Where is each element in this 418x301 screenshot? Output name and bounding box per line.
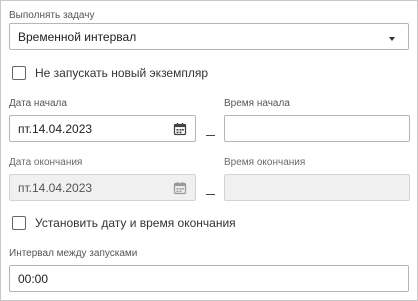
range-separator xyxy=(206,135,215,136)
start-date-label: Дата начала xyxy=(9,98,67,109)
start-time-label: Время начала xyxy=(224,98,290,109)
no-new-instance-label[interactable]: Не запускать новый экземпляр xyxy=(35,66,208,80)
task-schedule-panel: Выполнять задачу Временной интервал Не з… xyxy=(0,0,418,301)
range-separator xyxy=(206,194,215,195)
end-time-input xyxy=(224,174,410,201)
end-date-label: Дата окончания xyxy=(9,157,83,168)
end-time-label: Время окончания xyxy=(224,157,306,168)
end-date-value: пт.14.04.2023 xyxy=(18,180,93,195)
start-time-input[interactable] xyxy=(224,115,410,142)
task-type-value: Временной интервал xyxy=(18,29,137,44)
set-end-checkbox[interactable] xyxy=(12,216,26,230)
start-date-input[interactable]: пт.14.04.2023 xyxy=(9,115,196,142)
set-end-label[interactable]: Установить дату и время окончания xyxy=(35,216,236,230)
calendar-icon[interactable] xyxy=(173,122,187,136)
caret-down-icon[interactable] xyxy=(389,37,395,41)
end-date-input: пт.14.04.2023 xyxy=(9,174,196,201)
task-type-select[interactable]: Временной интервал xyxy=(9,23,409,50)
no-new-instance-checkbox[interactable] xyxy=(12,66,26,80)
calendar-icon xyxy=(173,182,187,195)
task-type-label: Выполнять задачу xyxy=(9,10,95,21)
interval-value: 00:00 xyxy=(18,271,49,286)
interval-input[interactable]: 00:00 xyxy=(9,265,409,292)
interval-label: Интервал между запусками xyxy=(9,248,138,259)
start-date-value: пт.14.04.2023 xyxy=(18,121,93,136)
